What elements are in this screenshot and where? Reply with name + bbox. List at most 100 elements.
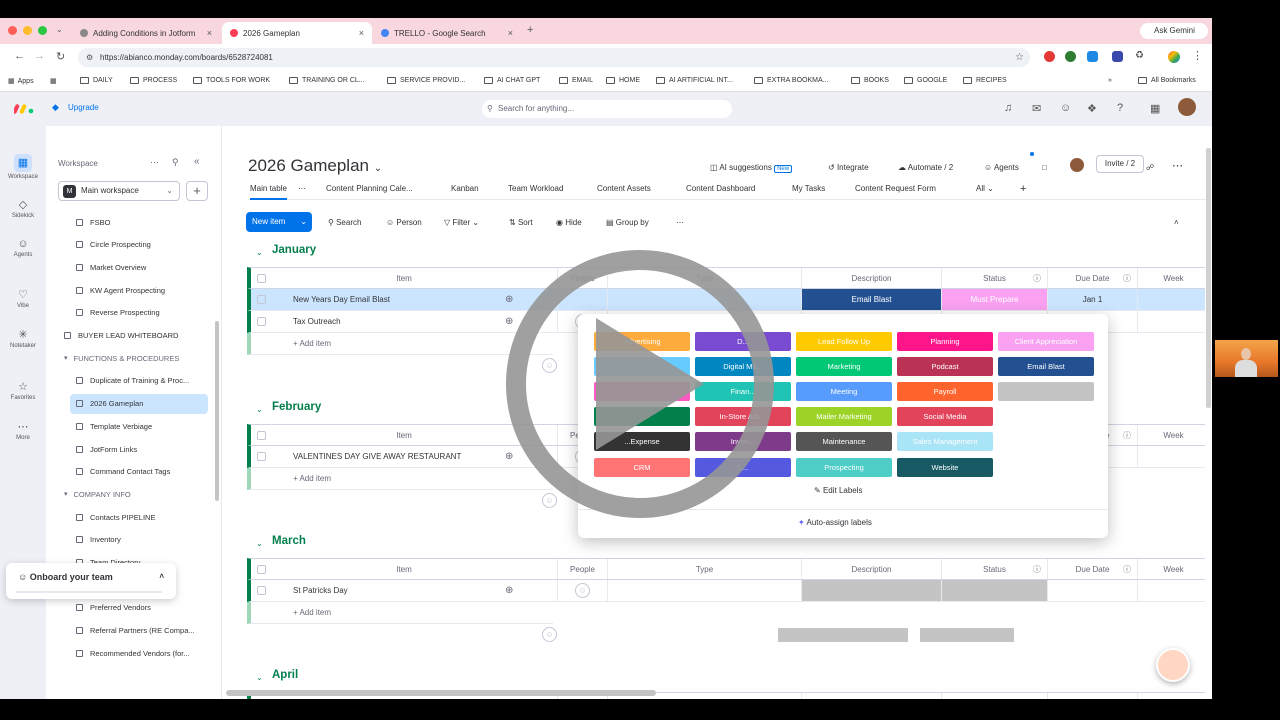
- group-title[interactable]: April: [272, 669, 298, 681]
- group-collapse-icon[interactable]: ⌄: [256, 539, 263, 548]
- type-cell[interactable]: [607, 580, 801, 601]
- label-option[interactable]: Payroll: [897, 382, 993, 401]
- search-tool[interactable]: ⚲ Search: [328, 218, 361, 227]
- info-icon[interactable]: ⓘ: [1033, 564, 1041, 575]
- inbox-icon[interactable]: ✉: [1032, 102, 1041, 115]
- label-option[interactable]: Marketing: [796, 357, 892, 376]
- apps-icon[interactable]: ❖: [1087, 102, 1097, 115]
- copy-link-icon[interactable]: ☍: [1146, 163, 1154, 172]
- column-header[interactable]: Item: [251, 559, 557, 579]
- column-header[interactable]: Type: [607, 559, 801, 579]
- browser-tab-gameplan[interactable]: 2026 Gameplan ×: [222, 22, 372, 44]
- reload-icon[interactable]: ↻: [56, 50, 65, 63]
- column-header[interactable]: Description: [801, 693, 941, 699]
- week-cell[interactable]: [1137, 311, 1209, 332]
- extension-icon[interactable]: [1087, 51, 1098, 62]
- label-option[interactable]: Maintenance: [796, 432, 892, 451]
- url-bar[interactable]: ⚙ https://abianco.monday.com/boards/6528…: [78, 48, 1030, 67]
- collapse-toolbar-icon[interactable]: ˄: [1174, 218, 1179, 227]
- automate-button[interactable]: ☁ Automate / 2: [898, 163, 953, 172]
- chrome-menu-icon[interactable]: ⋮: [1192, 49, 1203, 62]
- edit-labels-button[interactable]: ✎ Edit Labels: [814, 486, 863, 495]
- view-tab[interactable]: Content Planning Cale...: [326, 184, 413, 193]
- onboard-team-panel[interactable]: ☺ Onboard your team ˄: [6, 563, 176, 599]
- site-info-icon[interactable]: ⚙: [86, 48, 93, 67]
- add-update-icon[interactable]: ⊕: [505, 585, 513, 596]
- updates-icon[interactable]: □: [1042, 163, 1047, 172]
- label-option[interactable]: Lead Follow Up: [796, 332, 892, 351]
- rail-item-workspace[interactable]: ▦ Workspace: [0, 154, 46, 180]
- group-title[interactable]: February: [272, 401, 321, 413]
- sidebar-item[interactable]: JotForm Links: [70, 439, 208, 459]
- status-cell[interactable]: [941, 580, 1047, 601]
- profile-avatar[interactable]: [1168, 51, 1180, 63]
- week-cell[interactable]: [1137, 580, 1209, 601]
- people-cell[interactable]: ☺: [557, 580, 607, 601]
- column-header[interactable]: Status ⓘ: [941, 693, 1047, 699]
- add-item-row[interactable]: + Add item: [247, 602, 553, 624]
- bookmark-folder[interactable]: BOOKS: [851, 77, 889, 84]
- column-header[interactable]: Due Date ⓘ: [1047, 559, 1137, 579]
- add-view-button[interactable]: +: [1020, 183, 1026, 195]
- label-option[interactable]: Email Blast: [998, 357, 1094, 376]
- label-option[interactable]: Website: [897, 458, 993, 477]
- more-tools-icon[interactable]: ⋯: [676, 218, 684, 227]
- group-title[interactable]: January: [272, 244, 316, 256]
- bookmark-folder[interactable]: GOOGLE: [904, 77, 947, 84]
- search-icon[interactable]: ⚲: [172, 157, 179, 168]
- group-title[interactable]: March: [272, 535, 306, 547]
- maximize-window-button[interactable]: [38, 26, 47, 35]
- group-collapse-icon[interactable]: ⌄: [256, 673, 263, 682]
- sidebar-item[interactable]: ▾ COMPANY INFO: [58, 484, 208, 504]
- column-header[interactable]: Description: [801, 559, 941, 579]
- workspace-select[interactable]: M Main workspace ⌄: [58, 181, 180, 201]
- info-icon[interactable]: ⓘ: [1033, 698, 1041, 700]
- column-header[interactable]: Description: [801, 268, 941, 288]
- column-header[interactable]: Status ⓘ: [941, 559, 1047, 579]
- column-header[interactable]: Week: [1137, 559, 1209, 579]
- chevron-down-icon[interactable]: ▾: [64, 354, 68, 362]
- column-header[interactable]: Week: [1137, 693, 1209, 699]
- description-cell[interactable]: Email Blast: [801, 289, 941, 310]
- board-owner-avatar[interactable]: [1070, 158, 1084, 172]
- video-play-icon[interactable]: [504, 248, 776, 520]
- help-icon[interactable]: ?: [1117, 102, 1123, 114]
- bookmark-apps[interactable]: ▦ Apps: [8, 77, 34, 86]
- column-header[interactable]: Due Date ⓘ: [1047, 693, 1137, 699]
- forward-icon[interactable]: →: [34, 50, 45, 62]
- sidebar-item[interactable]: Preferred Vendors: [70, 598, 208, 618]
- info-icon[interactable]: ⓘ: [1123, 430, 1131, 441]
- sidebar-item[interactable]: KW Agent Prospecting: [70, 280, 208, 300]
- integrate-button[interactable]: ↺ Integrate: [828, 163, 869, 172]
- collapse-sidebar-icon[interactable]: «: [194, 156, 200, 167]
- bookmark-folder[interactable]: HOME: [606, 77, 640, 84]
- browser-tab-trello[interactable]: TRELLO - Google Search ×: [373, 22, 521, 44]
- extension-icon[interactable]: [1044, 51, 1055, 62]
- table-row[interactable]: St Patricks Day ⊕ ☺: [247, 580, 1205, 602]
- user-avatar[interactable]: [1178, 98, 1196, 116]
- group-collapse-icon[interactable]: ⌄: [256, 405, 263, 414]
- description-cell[interactable]: [801, 580, 941, 601]
- back-icon[interactable]: ←: [14, 50, 25, 62]
- label-option[interactable]: Mailer Marketing: [796, 407, 892, 426]
- sidebar-item[interactable]: Duplicate of Training & Proc...: [70, 371, 208, 391]
- view-tab-options-icon[interactable]: ⋯: [298, 184, 306, 193]
- sidebar-scrollbar[interactable]: [215, 321, 219, 501]
- tab-close-icon[interactable]: ×: [359, 28, 364, 38]
- rail-item-favorites[interactable]: ☆ Favorites: [0, 380, 46, 401]
- info-icon[interactable]: ⓘ: [1123, 564, 1131, 575]
- bookmark-folder[interactable]: AI CHAT GPT: [484, 77, 540, 84]
- sidebar-item[interactable]: Recommended Vendors (for...: [70, 643, 208, 663]
- bookmark-folder[interactable]: AI ARTIFICIAL INT...: [656, 77, 733, 84]
- hide-tool[interactable]: ◉ Hide: [556, 218, 582, 227]
- week-cell[interactable]: [1137, 289, 1209, 310]
- auto-assign-labels-button[interactable]: ✦ Auto-assign labels: [798, 518, 872, 527]
- sidebar-item[interactable]: Command Contact Tags: [70, 462, 208, 482]
- view-tab[interactable]: Main table: [250, 184, 287, 200]
- rail-item-sidekick[interactable]: ◇ Sidekick: [0, 198, 46, 219]
- sidebar-item[interactable]: BUYER LEAD WHITEBOARD: [58, 326, 208, 346]
- info-icon[interactable]: ⓘ: [1123, 698, 1131, 700]
- rail-item-agents[interactable]: ☺ Agents: [0, 238, 46, 258]
- sidebar-item[interactable]: Circle Prospecting: [70, 235, 208, 255]
- extension-icon[interactable]: [1112, 51, 1123, 62]
